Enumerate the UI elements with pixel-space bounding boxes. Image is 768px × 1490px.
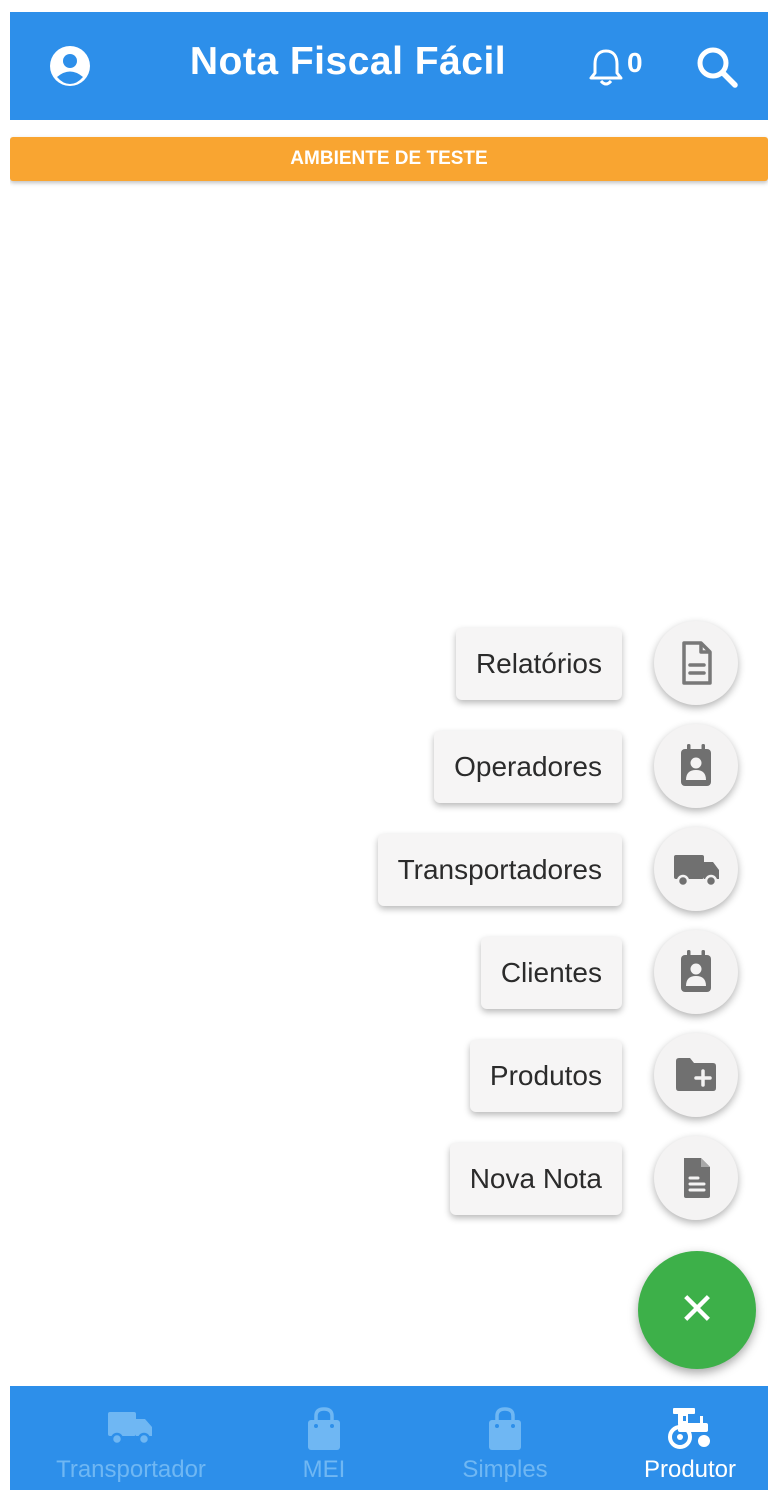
left-edge [0,0,10,1490]
folder-add-icon [676,1058,716,1091]
menu-item-produtos[interactable]: Produtos [0,1031,768,1121]
document-filled-icon [684,1158,710,1198]
nav-produtor[interactable]: Produtor [615,1386,765,1490]
truck-icon [108,1412,152,1446]
menu-label[interactable]: Relatórios [455,628,622,700]
nav-label: Simples [462,1456,548,1483]
status-area [0,0,768,12]
menu-label[interactable]: Operadores [434,731,622,803]
menu-item-clientes[interactable]: Clientes [0,928,768,1018]
nav-label: MEI [302,1456,346,1483]
menu-label[interactable]: Transportadores [377,834,622,906]
menu-fab[interactable] [654,621,738,705]
contact-card-icon [681,950,711,992]
search-icon[interactable] [694,44,740,90]
menu-label[interactable]: Clientes [480,937,622,1009]
menu-fab[interactable] [654,930,738,1014]
menu-label[interactable]: Produtos [469,1040,622,1112]
menu-label[interactable]: Nova Nota [449,1143,622,1215]
shopping-bag-icon [489,1407,521,1450]
nav-transportador[interactable]: Transportador [20,1386,242,1490]
app-bar: Nota Fiscal Fácil 0 [10,12,768,120]
menu-fab[interactable] [654,1033,738,1117]
menu-fab[interactable] [654,827,738,911]
menu-fab[interactable] [654,1136,738,1220]
truck-icon [674,855,719,888]
nav-label: Transportador [56,1456,206,1483]
app-title: Nota Fiscal Fácil [189,40,507,83]
tractor-icon [668,1408,710,1449]
shopping-bag-icon [308,1407,340,1450]
contact-card-icon [681,744,711,786]
test-environment-banner: AMBIENTE DE TESTE [10,137,768,181]
close-fab[interactable]: ✕ [638,1251,756,1369]
nav-mei[interactable]: MEI [250,1386,398,1490]
bell-icon[interactable] [586,46,626,88]
menu-item-transportadores[interactable]: Transportadores [0,825,768,915]
menu-item-relatorios[interactable]: Relatórios [0,619,768,709]
notification-count: 0 [627,47,643,78]
nav-label: Produtor [643,1456,737,1483]
menu-fab[interactable] [654,724,738,808]
menu-item-operadores[interactable]: Operadores [0,722,768,812]
document-outline-icon [682,641,712,685]
nav-simples[interactable]: Simples [430,1386,580,1490]
menu-item-nova-nota[interactable]: Nova Nota [0,1134,768,1224]
bottom-navigation: Transportador MEI Simples Produtor [10,1386,768,1490]
